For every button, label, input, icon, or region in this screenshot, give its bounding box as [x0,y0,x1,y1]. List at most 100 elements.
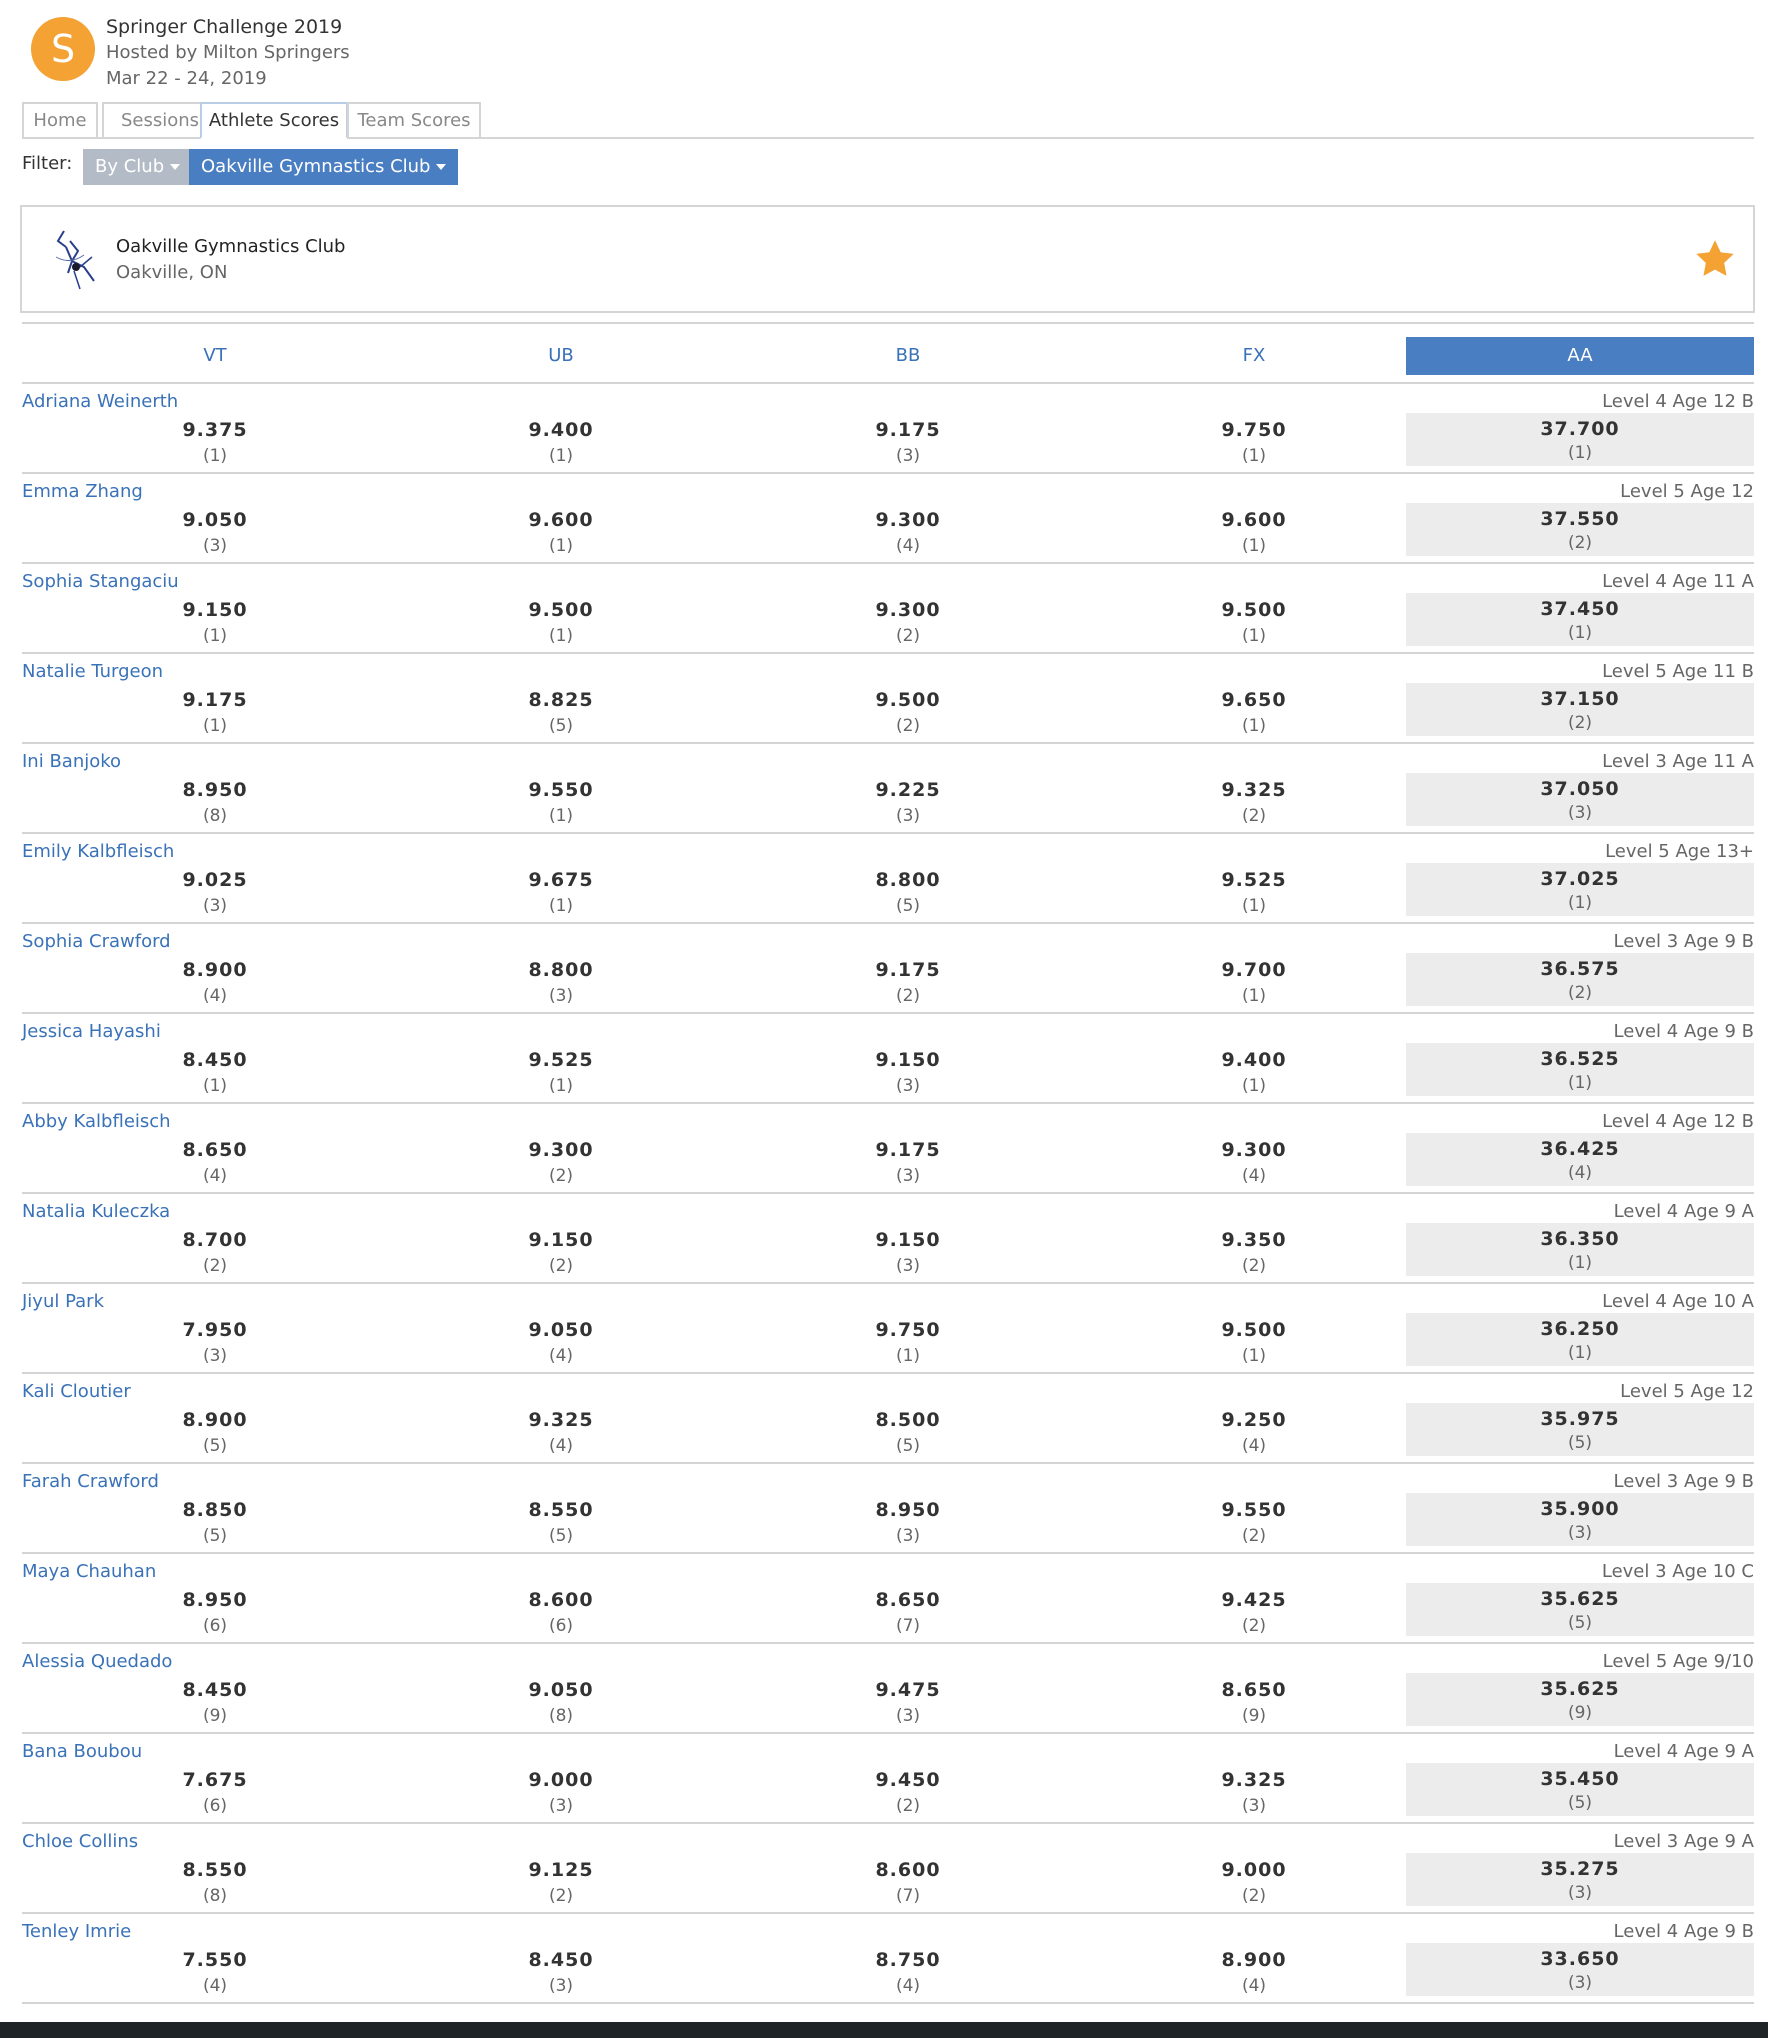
meet-header: S Springer Challenge 2019 Hosted by Milt… [31,14,831,104]
tab-home[interactable]: Home [22,102,98,139]
score-cell-bb: 8.750 (4) [848,1947,968,1999]
column-header-aa[interactable]: AA [1406,337,1754,375]
athlete-name-link[interactable]: Jessica Hayashi [22,1021,161,1042]
score-rank: (4) [895,536,921,556]
athlete-name-link[interactable]: Emma Zhang [22,481,143,502]
score-value: 9.500 [1221,1319,1287,1341]
score-value: 36.525 [1540,1048,1620,1070]
score-rank: (7) [895,1616,921,1636]
athlete-name-link[interactable]: Kali Cloutier [22,1381,131,1402]
score-value: 9.150 [875,1229,941,1251]
score-cell-bb: 9.175 (3) [848,1137,968,1189]
column-header-ub[interactable]: UB [501,337,621,375]
favorite-star-icon[interactable] [1693,237,1737,281]
score-rank: (1) [1567,1253,1593,1273]
score-cell-fx: 9.300 (4) [1194,1137,1314,1189]
score-cell-fx: 9.650 (1) [1194,687,1314,739]
score-cell-fx: 9.500 (1) [1194,1317,1314,1369]
athlete-name-link[interactable]: Farah Crawford [22,1471,159,1492]
score-cell-vt: 9.050 (3) [155,507,275,559]
column-header-fx[interactable]: FX [1194,337,1314,375]
score-cell-ub: 8.550 (5) [501,1497,621,1549]
score-value: 36.350 [1540,1228,1620,1250]
score-value: 35.275 [1540,1858,1620,1880]
meet-dates: Mar 22 - 24, 2019 [106,68,267,89]
athlete-name-link[interactable]: Tenley Imrie [22,1921,131,1942]
score-rank: (5) [1567,1793,1593,1813]
score-value: 9.300 [875,509,941,531]
score-value: 9.525 [1221,869,1287,891]
score-value: 9.425 [1221,1589,1287,1611]
club-dropdown[interactable]: Oakville Gymnastics Club [189,149,459,185]
athlete-name-link[interactable]: Natalia Kuleczka [22,1201,170,1222]
score-cell-bb: 8.500 (5) [848,1407,968,1459]
score-rank: (1) [202,446,228,466]
score-rank: (3) [1567,1883,1593,1903]
score-rank: (2) [1241,1616,1267,1636]
athlete-name-link[interactable]: Adriana Weinerth [22,391,178,412]
score-value: 8.950 [875,1499,941,1521]
score-value: 9.175 [875,959,941,981]
score-cell-fx: 9.000 (2) [1194,1857,1314,1909]
score-cell-vt: 8.850 (5) [155,1497,275,1549]
score-value: 9.050 [528,1679,594,1701]
athlete-name-link[interactable]: Chloe Collins [22,1831,138,1852]
score-value: 9.250 [1221,1409,1287,1431]
athlete-name-link[interactable]: Maya Chauhan [22,1561,156,1582]
column-header-vt[interactable]: VT [155,337,275,375]
score-cell-aa: 35.625 (9) [1406,1673,1754,1726]
athlete-name-link[interactable]: Bana Boubou [22,1741,142,1762]
score-rank: (2) [1567,533,1593,553]
score-cell-ub: 9.500 (1) [501,597,621,649]
score-value: 9.300 [1221,1139,1287,1161]
column-header-bb[interactable]: BB [848,337,968,375]
athlete-name-link[interactable]: Emily Kalbfleisch [22,841,174,862]
athlete-name-link[interactable]: Sophia Stangaciu [22,571,179,592]
filter-by-dropdown[interactable]: By Club [83,149,193,185]
score-rank: (2) [1567,713,1593,733]
score-rank: (1) [548,626,574,646]
score-value: 37.050 [1540,778,1620,800]
athlete-name-link[interactable]: Sophia Crawford [22,931,171,952]
score-value: 8.650 [182,1139,248,1161]
score-cell-aa: 35.975 (5) [1406,1403,1754,1456]
score-value: 36.575 [1540,958,1620,980]
score-value: 8.800 [875,869,941,891]
score-cell-aa: 37.025 (1) [1406,863,1754,916]
meet-host: Hosted by Milton Springers [106,42,350,63]
score-value: 9.650 [1221,689,1287,711]
score-rank: (2) [202,1256,228,1276]
score-value: 8.700 [182,1229,248,1251]
table-row: Maya Chauhan Level 3 Age 10 C 8.950 (6) 8… [22,1554,1754,1644]
score-value: 8.950 [182,1589,248,1611]
athlete-name-link[interactable]: Alessia Quedado [22,1651,172,1672]
score-rank: (1) [548,806,574,826]
score-value: 8.650 [1221,1679,1287,1701]
athlete-name-link[interactable]: Abby Kalbfleisch [22,1111,171,1132]
meet-logo: S [31,17,95,81]
club-location: Oakville, ON [116,262,228,283]
score-rank: (1) [1567,893,1593,913]
score-value: 9.750 [1221,419,1287,441]
filter-label: Filter: [22,153,73,174]
tab-team-scores[interactable]: Team Scores [347,102,481,139]
score-cell-ub: 9.675 (1) [501,867,621,919]
bottom-bar [0,2022,1768,2038]
athlete-name-link[interactable]: Ini Banjoko [22,751,121,772]
score-rank: (7) [895,1886,921,1906]
score-cell-aa: 35.275 (3) [1406,1853,1754,1906]
athlete-name-link[interactable]: Jiyul Park [22,1291,104,1312]
tab-athlete-scores[interactable]: Athlete Scores [200,102,348,139]
score-rank: (1) [1241,1076,1267,1096]
score-rank: (2) [895,986,921,1006]
score-rank: (4) [202,1976,228,1996]
score-rank: (4) [548,1436,574,1456]
meet-info: Springer Challenge 2019 Hosted by Milton… [106,14,350,92]
score-rank: (3) [895,1076,921,1096]
athlete-level: Level 3 Age 10 C [1601,1561,1754,1582]
score-rank: (2) [548,1166,574,1186]
score-cell-aa: 33.650 (3) [1406,1943,1754,1996]
table-row: Chloe Collins Level 3 Age 9 A 8.550 (8) 9… [22,1824,1754,1914]
score-cell-ub: 9.150 (2) [501,1227,621,1279]
athlete-name-link[interactable]: Natalie Turgeon [22,661,163,682]
